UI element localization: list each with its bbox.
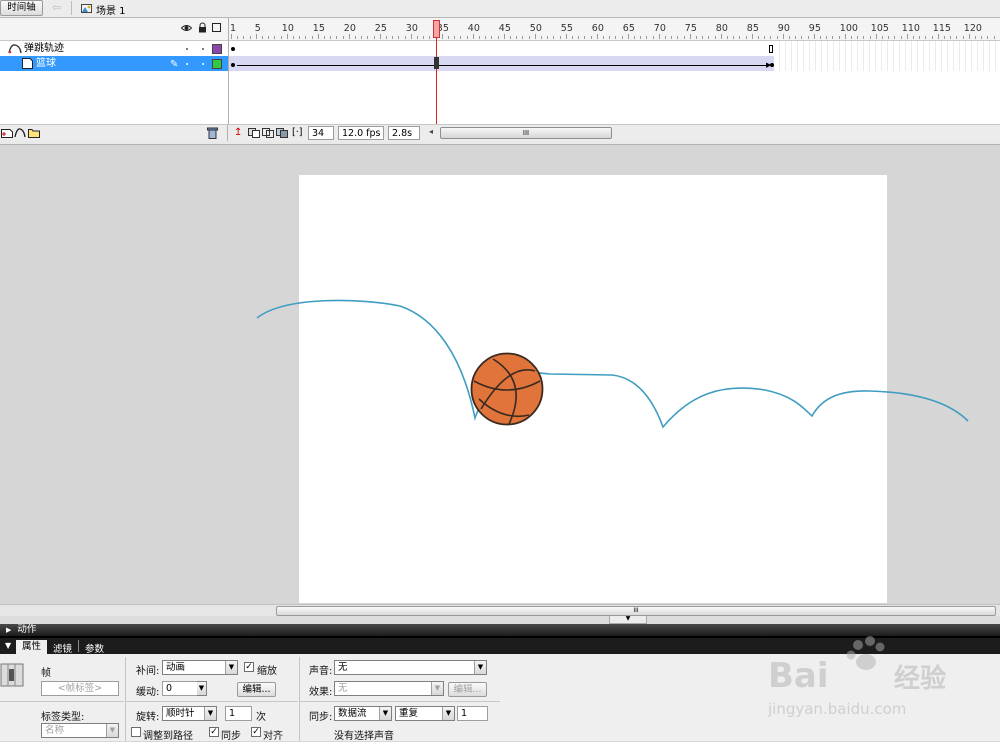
ease-slider-button[interactable]: ▼ <box>197 681 207 696</box>
divider <box>299 657 300 741</box>
label-type-select[interactable]: 名称▼ <box>41 723 119 738</box>
actions-label: 动作 <box>14 624 36 635</box>
tab-parameters[interactable]: 参数 <box>85 641 104 655</box>
collapse-panel-icon[interactable]: ▼ <box>5 641 11 650</box>
tween-label: 补间: <box>136 662 159 677</box>
baidu-watermark: Bai 经验 jingyan.baidu.com <box>766 630 962 720</box>
scale-checkbox[interactable]: ✓ <box>244 662 254 672</box>
svg-text:Bai: Bai <box>768 656 829 696</box>
tab-filters[interactable]: 滤镜 <box>53 641 72 655</box>
scale-label: 缩放 <box>257 662 277 677</box>
frame-label-input[interactable]: <帧标签> <box>41 681 119 696</box>
stage-scrollbar[interactable]: III <box>276 606 996 616</box>
times-unit: 次 <box>256 708 266 723</box>
rotate-label: 旋转: <box>136 708 159 723</box>
ease-label: 缓动: <box>136 683 159 698</box>
tween-select[interactable]: 动画▼ <box>162 660 238 675</box>
sync-sound-label: 同步: <box>309 708 332 723</box>
sound-select[interactable]: 无▼ <box>334 660 487 675</box>
effect-label: 效果: <box>309 683 332 698</box>
chevron-down-icon: ▼ <box>106 724 118 737</box>
chevron-down-icon: ▼ <box>197 682 206 695</box>
divider <box>126 701 298 702</box>
sync-label: 同步 <box>221 727 241 742</box>
snap-checkbox[interactable]: ✓ <box>251 727 261 737</box>
sync-sound-select[interactable]: 数据流▼ <box>334 706 392 721</box>
chevron-down-icon: ▼ <box>379 707 391 720</box>
sync-checkbox[interactable]: ✓ <box>209 727 219 737</box>
expand-icon: ▶ <box>0 626 11 634</box>
chevron-down-icon: ▼ <box>204 707 216 720</box>
basketball-icon[interactable] <box>469 351 545 427</box>
divider <box>300 701 500 702</box>
edit-effect-button[interactable]: 编辑... <box>448 682 487 697</box>
rotate-times-field[interactable]: 1 <box>225 706 252 721</box>
motion-guide-path[interactable] <box>0 0 1000 620</box>
chevron-down-icon: ▼ <box>225 661 237 674</box>
label-type-label: 标签类型: <box>41 708 84 723</box>
divider <box>0 701 124 702</box>
chevron-down-icon: ▼ <box>431 682 443 695</box>
frame-icon <box>0 663 24 690</box>
svg-text:jingyan.baidu.com: jingyan.baidu.com <box>767 700 906 718</box>
orient-to-path-label: 调整到路径 <box>143 727 193 742</box>
panel-splitter[interactable]: ▼ <box>0 616 1000 624</box>
rotate-select[interactable]: 顺时针▼ <box>162 706 217 721</box>
snap-label: 对齐 <box>263 727 283 742</box>
divider <box>78 640 79 652</box>
chevron-down-icon: ▼ <box>474 661 486 674</box>
chevron-down-icon: ▼ <box>442 707 454 720</box>
no-sound-text: 没有选择声音 <box>334 727 394 742</box>
orient-to-path-checkbox[interactable] <box>131 727 141 737</box>
ease-field[interactable]: 0 <box>162 681 198 696</box>
svg-text:经验: 经验 <box>894 663 946 694</box>
tab-properties[interactable]: 属性 <box>16 640 47 654</box>
repeat-select[interactable]: 重复▼ <box>395 706 455 721</box>
effect-select[interactable]: 无▼ <box>334 681 444 696</box>
sound-label: 声音: <box>309 662 332 677</box>
divider <box>125 657 126 741</box>
edit-ease-button[interactable]: 编辑... <box>237 682 276 697</box>
frame-label: 帧 <box>41 664 51 679</box>
repeat-count-field[interactable]: 1 <box>457 706 488 721</box>
collapse-icon[interactable]: ▼ <box>609 616 647 624</box>
